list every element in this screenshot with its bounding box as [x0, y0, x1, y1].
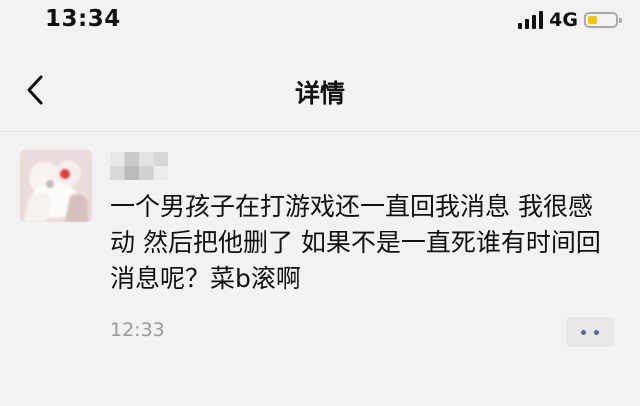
network-label: 4G	[549, 9, 578, 31]
mosaic-username-icon	[110, 152, 168, 180]
status-time: 13:34	[45, 6, 121, 32]
page-title: 详情	[294, 79, 345, 108]
status-bar: 13:34 4G	[0, 0, 640, 46]
battery-icon	[584, 12, 622, 28]
battery-cap	[619, 18, 622, 23]
navigation-bar: 详情	[0, 46, 640, 132]
battery-fill	[588, 16, 598, 24]
blurred-avatar-icon	[20, 150, 92, 222]
post-time: 12:33	[110, 319, 165, 341]
signal-icon	[518, 11, 544, 29]
menu-dot-icon	[581, 329, 586, 335]
avatar[interactable]	[20, 150, 92, 222]
menu-dot-icon	[594, 329, 599, 335]
more-button[interactable]	[566, 317, 614, 347]
post-content: 一个男孩子在打游戏还一直回我消息 我很感动 然后把他删了 如果不是一直死谁有时间…	[110, 192, 601, 293]
status-indicators: 4G	[518, 9, 622, 31]
post-card: 一个男孩子在打游戏还一直回我消息 我很感动 然后把他删了 如果不是一直死谁有时间…	[0, 132, 640, 406]
